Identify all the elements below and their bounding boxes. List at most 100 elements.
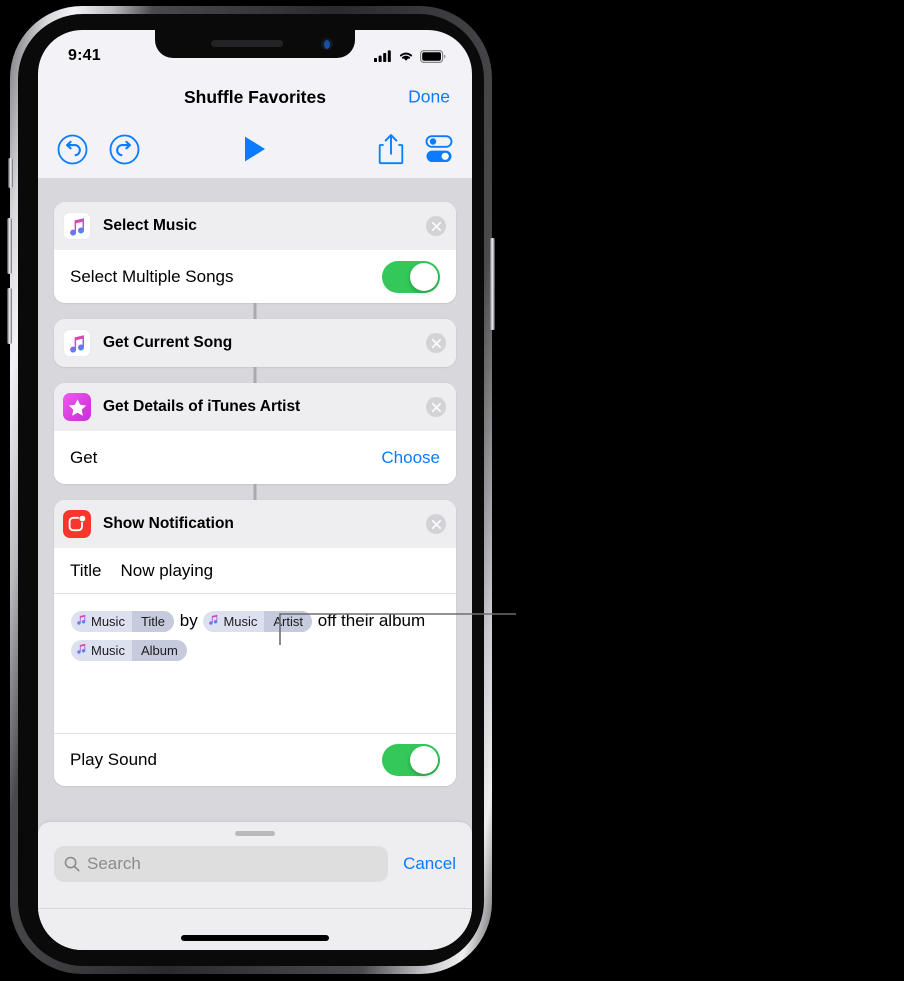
token-app: Music: [203, 611, 264, 632]
phone-screen: 9:41 Shuffle Favorites Done Select Music…: [38, 30, 472, 950]
action-row-get[interactable]: Get Choose: [54, 431, 456, 484]
action-title: Show Notification: [103, 515, 234, 532]
itunes-star-icon: [63, 393, 91, 421]
star-glyph: [68, 398, 86, 416]
body-text-1: by: [175, 611, 203, 630]
page-title: Shuffle Favorites: [184, 86, 326, 107]
close-x-glyph: [431, 338, 441, 348]
action-card-show-notification[interactable]: Show Notification Title Now playing Musi…: [54, 500, 456, 786]
silent-switch[interactable]: [8, 158, 13, 188]
status-time: 9:41: [68, 47, 101, 64]
body-text-2: off their album: [313, 611, 426, 630]
front-camera-icon: [321, 38, 333, 50]
music-app-icon: [63, 212, 91, 240]
action-title: Get Current Song: [103, 334, 233, 351]
music-album-token[interactable]: Music Album: [71, 639, 187, 661]
volume-down-button[interactable]: [7, 288, 12, 344]
action-header[interactable]: Show Notification: [54, 500, 456, 548]
toggle-knob: [410, 262, 438, 291]
notification-title-label: Title: [70, 560, 102, 580]
close-circle-icon[interactable]: [426, 216, 446, 236]
music-title-token[interactable]: Music Title: [71, 610, 175, 632]
action-header[interactable]: Get Details of iTunes Artist: [54, 383, 456, 431]
token-app-label: Music: [91, 642, 125, 658]
notch: [155, 30, 355, 58]
wifi-icon: [399, 52, 413, 61]
action-title: Get Details of iTunes Artist: [103, 398, 301, 415]
close-circle-icon[interactable]: [426, 514, 446, 534]
status-icons: [374, 49, 446, 63]
action-header[interactable]: Get Current Song: [54, 319, 456, 367]
undo-icon: [57, 134, 88, 164]
action-connector: [38, 367, 472, 383]
search-sheet: Search Cancel: [38, 822, 472, 950]
token-app-label: Music: [223, 613, 258, 629]
redo-icon: [109, 134, 140, 164]
share-button[interactable]: [378, 133, 404, 165]
action-card-select-music[interactable]: Select Music Select Multiple Songs: [54, 202, 456, 303]
redo-button[interactable]: [109, 134, 140, 165]
search-row: Search Cancel: [38, 846, 472, 882]
close-circle-icon[interactable]: [426, 397, 446, 417]
action-row-play-sound[interactable]: Play Sound: [54, 733, 456, 786]
notification-body-input[interactable]: Music Title by Music Artist off their albu…: [54, 593, 456, 733]
token-property-label: Artist: [264, 610, 313, 632]
notification-title-row[interactable]: Title Now playing: [54, 548, 456, 593]
row-label: Play Sound: [70, 750, 157, 769]
action-list: Select Music Select Multiple Songs Get C…: [38, 178, 472, 826]
token-app: Music: [71, 611, 132, 632]
cancel-button[interactable]: Cancel: [403, 854, 456, 874]
editor-toolbar: [38, 120, 472, 178]
toggles-icon: [425, 135, 453, 162]
token-property-label: Title: [131, 610, 175, 632]
play-button[interactable]: [242, 135, 268, 163]
search-placeholder: Search: [87, 854, 141, 873]
token-property-label: Album: [131, 639, 187, 661]
cellular-signal-icon: [374, 50, 391, 62]
action-card-get-details-of-itunes-artist[interactable]: Get Details of iTunes Artist Get Choose: [54, 383, 456, 484]
toggle-knob: [410, 746, 438, 774]
sheet-divider: [38, 908, 472, 909]
search-icon: [64, 856, 80, 872]
notification-app-icon: [63, 510, 91, 538]
choose-button[interactable]: Choose: [381, 448, 440, 468]
music-note-icon: [208, 614, 219, 628]
phone-frame: 9:41 Shuffle Favorites Done Select Music…: [7, 6, 495, 974]
notification-glyph: [68, 515, 86, 532]
close-circle-icon[interactable]: [426, 333, 446, 353]
done-button[interactable]: Done: [408, 87, 450, 108]
home-indicator[interactable]: [181, 935, 329, 941]
undo-button[interactable]: [57, 134, 88, 165]
action-title: Select Music: [103, 217, 197, 234]
close-x-glyph: [431, 402, 441, 412]
share-icon: [378, 134, 404, 165]
search-input[interactable]: Search: [54, 846, 389, 882]
music-artist-token[interactable]: Music Artist: [203, 610, 313, 632]
music-note-icon: [76, 614, 87, 628]
power-button[interactable]: [490, 238, 495, 330]
close-x-glyph: [431, 519, 441, 529]
volume-up-button[interactable]: [7, 218, 12, 274]
play-icon: [245, 136, 265, 162]
shortcut-editor-content[interactable]: Select Music Select Multiple Songs Get C…: [38, 178, 472, 950]
navigation-bar: Shuffle Favorites Done: [38, 74, 472, 120]
action-connector: [38, 484, 472, 500]
battery-icon: [420, 49, 446, 63]
sheet-grabber[interactable]: [235, 831, 275, 836]
speaker-grille-icon: [211, 40, 283, 47]
action-connector: [38, 303, 472, 319]
music-note-icon: [76, 643, 87, 657]
action-card-get-current-song[interactable]: Get Current Song: [54, 319, 456, 367]
action-header[interactable]: Select Music: [54, 202, 456, 250]
music-app-icon: [63, 329, 91, 357]
close-x-glyph: [431, 221, 441, 231]
settings-button[interactable]: [422, 134, 456, 164]
token-app: Music: [71, 640, 132, 661]
play-sound-toggle[interactable]: [382, 744, 440, 776]
select-multiple-songs-toggle[interactable]: [382, 260, 440, 293]
music-note-icon: [69, 334, 84, 353]
row-label: Get: [70, 447, 98, 467]
token-app-label: Music: [91, 613, 125, 629]
action-row-select-multiple-songs[interactable]: Select Multiple Songs: [54, 250, 456, 303]
notification-title-input[interactable]: Now playing: [121, 561, 214, 581]
